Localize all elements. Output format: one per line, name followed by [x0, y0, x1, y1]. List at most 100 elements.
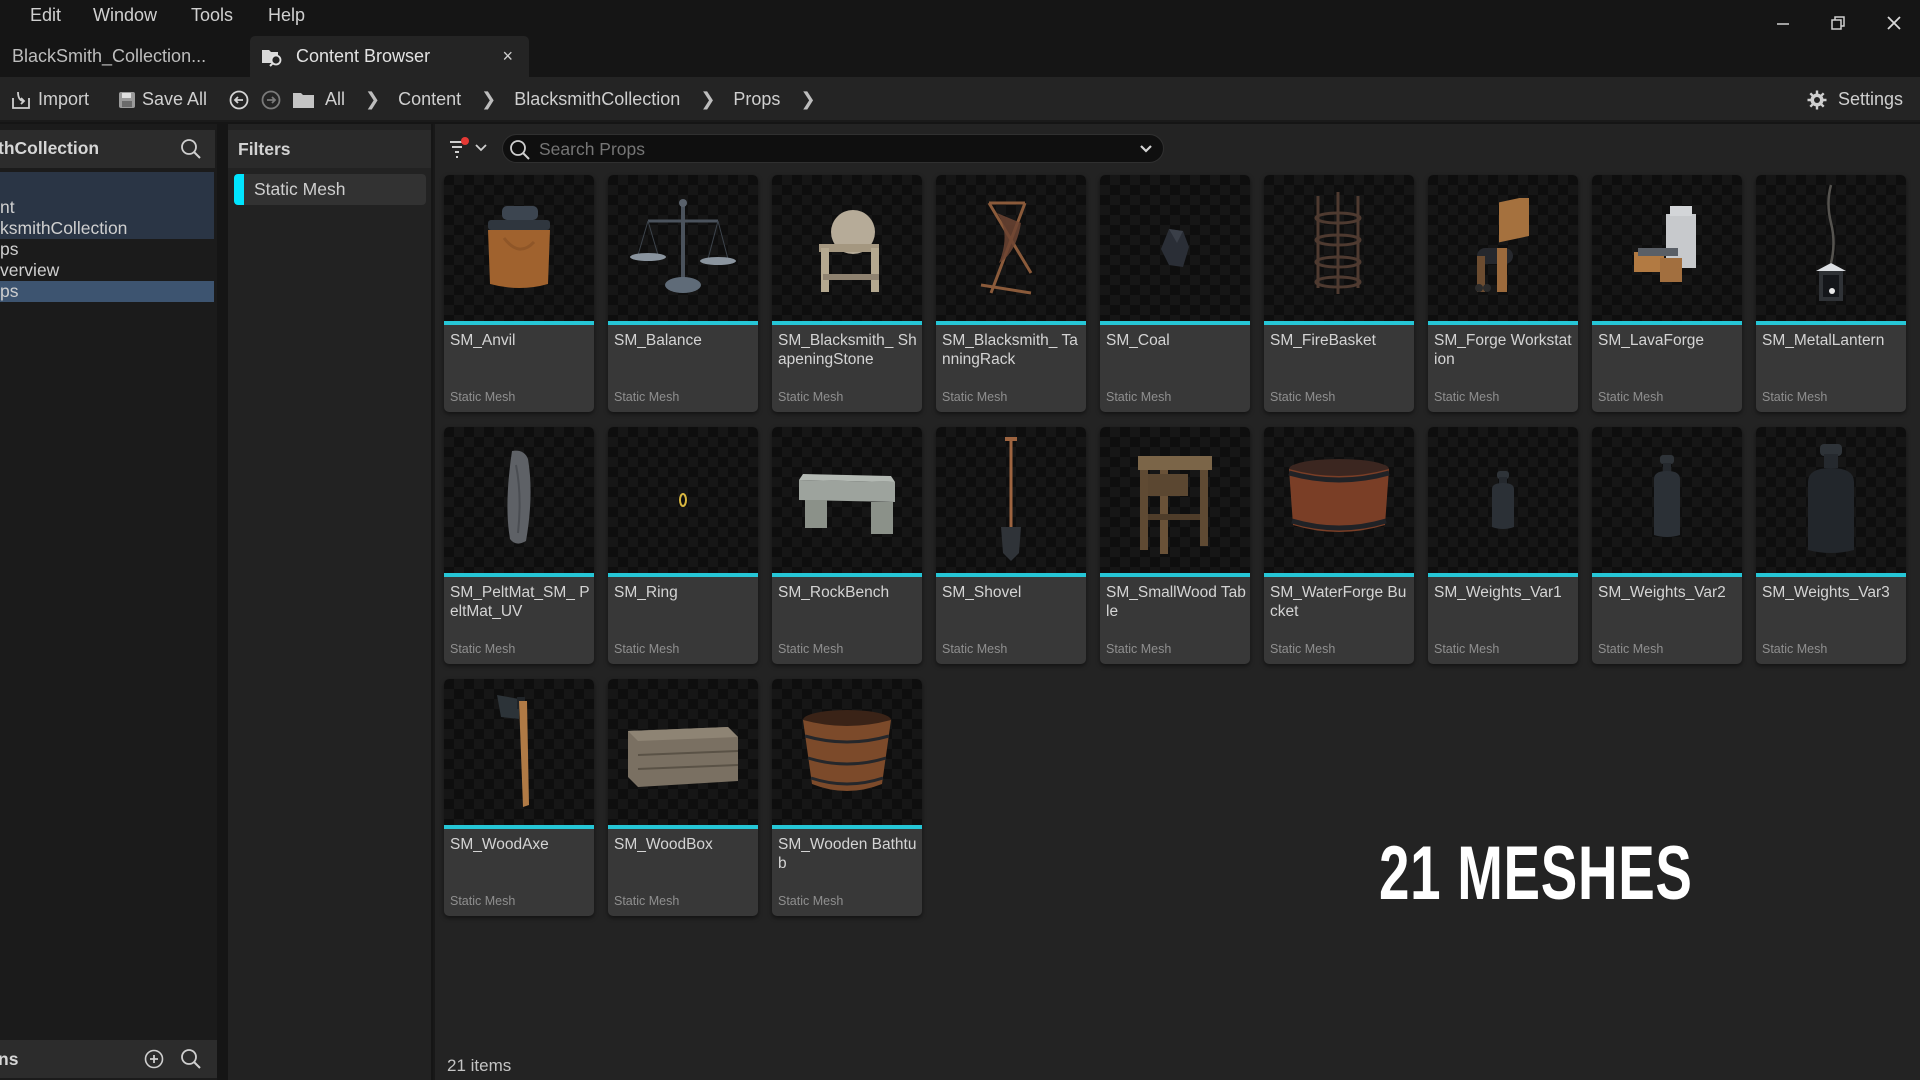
asset-tile[interactable]: SM_Blacksmith_ ShapeningStone Static Mesh: [772, 175, 922, 412]
chevron-right-icon[interactable]: ❯: [481, 89, 496, 110]
asset-tile[interactable]: SM_Wooden Bathtub Static Mesh: [772, 679, 922, 916]
chevron-right-icon[interactable]: ❯: [800, 89, 815, 110]
search-icon[interactable]: [180, 138, 202, 160]
asset-thumbnail: [444, 175, 594, 321]
balance-mesh-icon: [628, 193, 738, 303]
asset-name: SM_PeltMat_SM_ PeltMat_UV: [450, 584, 590, 620]
asset-tile[interactable]: SM_MetalLantern Static Mesh: [1756, 175, 1906, 412]
asset-tile[interactable]: SM_PeltMat_SM_ PeltMat_UV Static Mesh: [444, 427, 594, 664]
items-count: 21 items: [447, 1056, 512, 1075]
asset-thumbnail: [1264, 427, 1414, 573]
tree-item-props[interactable]: ps: [0, 281, 214, 302]
asset-tile[interactable]: SM_SmallWood Table Static Mesh: [1100, 427, 1250, 664]
asset-type: Static Mesh: [778, 390, 844, 404]
breadcrumb-blacksmithcollection[interactable]: BlacksmithCollection: [514, 89, 680, 110]
asset-thumbnail: [1592, 427, 1742, 573]
asset-type-color-bar: [608, 573, 758, 577]
weight3-mesh-icon: [1796, 440, 1866, 560]
asset-thumbnail: [1756, 427, 1906, 573]
bench-mesh-icon: [787, 460, 907, 540]
settings-button[interactable]: Settings: [1806, 77, 1903, 122]
search-input[interactable]: [539, 137, 1119, 161]
asset-tile[interactable]: SM_LavaForge Static Mesh: [1592, 175, 1742, 412]
forward-button[interactable]: [260, 77, 282, 122]
breadcrumb: All ❯ Content ❯ BlacksmithCollection ❯ P…: [325, 77, 816, 122]
add-collection-icon[interactable]: [143, 1048, 165, 1070]
asset-name: SM_Blacksmith_ TanningRack: [942, 332, 1078, 368]
asset-thumbnail: [1264, 175, 1414, 321]
asset-tile[interactable]: SM_WoodBox Static Mesh: [608, 679, 758, 916]
sources-panel: thCollection nt ksmithCollection ps verv…: [0, 124, 217, 1080]
menu-edit[interactable]: Edit: [30, 5, 61, 26]
asset-type: Static Mesh: [614, 642, 680, 656]
sources-title: thCollection: [0, 138, 100, 158]
asset-tile[interactable]: SM_Shovel Static Mesh: [936, 427, 1086, 664]
save-all-button[interactable]: Save All: [117, 77, 207, 122]
breadcrumb-all[interactable]: All: [325, 89, 345, 110]
menu-window[interactable]: Window: [93, 5, 157, 26]
asset-name: SM_SmallWood Table: [1106, 584, 1246, 620]
asset-thumbnail: [772, 175, 922, 321]
filter-chip-label: Static Mesh: [254, 179, 346, 199]
tree-item-maps[interactable]: ps: [0, 239, 214, 260]
tab-content-browser[interactable]: Content Browser ×: [250, 36, 529, 77]
filter-menu-button[interactable]: [447, 136, 487, 160]
menu-help[interactable]: Help: [268, 5, 305, 26]
folder-button[interactable]: [292, 77, 316, 122]
asset-tile[interactable]: SM_WaterForge Bucket Static Mesh: [1264, 427, 1414, 664]
asset-thumbnail: [1756, 175, 1906, 321]
asset-thumbnail: [444, 679, 594, 825]
tree-item-overview[interactable]: verview: [0, 260, 214, 281]
asset-type: Static Mesh: [1270, 642, 1336, 656]
breadcrumb-props[interactable]: Props: [733, 89, 780, 110]
chevron-right-icon[interactable]: ❯: [365, 89, 380, 110]
tab-close-button[interactable]: ×: [502, 46, 513, 67]
asset-type-color-bar: [1100, 573, 1250, 577]
asset-tile[interactable]: SM_FireBasket Static Mesh: [1264, 175, 1414, 412]
back-button[interactable]: [228, 77, 250, 122]
asset-tile[interactable]: SM_Coal Static Mesh: [1100, 175, 1250, 412]
filter-chip-static-mesh[interactable]: Static Mesh: [234, 174, 426, 205]
filter-icon: [447, 136, 471, 160]
chevron-right-icon[interactable]: ❯: [700, 89, 715, 110]
tab-blacksmith-collection[interactable]: BlackSmith_Collection...: [12, 36, 237, 77]
asset-tile[interactable]: SM_Forge Workstation Static Mesh: [1428, 175, 1578, 412]
asset-thumbnail: [772, 679, 922, 825]
tree-item-content[interactable]: nt: [0, 197, 214, 218]
filters-panel: Filters Static Mesh: [228, 124, 431, 1080]
asset-name: SM_FireBasket: [1270, 332, 1376, 349]
asset-tile[interactable]: SM_Weights_Var1 Static Mesh: [1428, 427, 1578, 664]
asset-type: Static Mesh: [1598, 642, 1664, 656]
stone-mesh-icon: [797, 198, 897, 298]
asset-name: SM_WoodBox: [614, 836, 713, 853]
import-button[interactable]: Import: [10, 77, 89, 122]
menu-tools[interactable]: Tools: [191, 5, 233, 26]
asset-type: Static Mesh: [614, 894, 680, 908]
asset-name: SM_Wooden Bathtub: [778, 836, 917, 872]
asset-type-color-bar: [772, 321, 922, 325]
asset-type: Static Mesh: [942, 390, 1008, 404]
box-mesh-icon: [618, 707, 748, 797]
asset-tile[interactable]: SM_Weights_Var3 Static Mesh: [1756, 427, 1906, 664]
asset-tile[interactable]: SM_Anvil Static Mesh: [444, 175, 594, 412]
search-icon[interactable]: [180, 1048, 202, 1070]
asset-type: Static Mesh: [614, 390, 680, 404]
asset-tile[interactable]: SM_WoodAxe Static Mesh: [444, 679, 594, 916]
asset-tile[interactable]: SM_Weights_Var2 Static Mesh: [1592, 427, 1742, 664]
filters-header: Filters: [228, 130, 431, 168]
asset-tile[interactable]: SM_RockBench Static Mesh: [772, 427, 922, 664]
search-history-dropdown[interactable]: [1139, 143, 1153, 155]
menu-bar: Edit Window Tools Help: [0, 0, 1920, 33]
asset-tile[interactable]: SM_Blacksmith_ TanningRack Static Mesh: [936, 175, 1086, 412]
asset-type-color-bar: [772, 825, 922, 829]
breadcrumb-content[interactable]: Content: [398, 89, 461, 110]
filters-title: Filters: [238, 139, 291, 159]
axe-mesh-icon: [489, 687, 549, 817]
asset-type-color-bar: [444, 321, 594, 325]
asset-type: Static Mesh: [450, 390, 516, 404]
anvil-mesh-icon: [474, 198, 564, 298]
asset-name: SM_Forge Workstation: [1434, 332, 1572, 368]
tree-item-blacksmithcollection[interactable]: ksmithCollection: [0, 218, 214, 239]
asset-tile[interactable]: SM_Ring Static Mesh: [608, 427, 758, 664]
asset-tile[interactable]: SM_Balance Static Mesh: [608, 175, 758, 412]
